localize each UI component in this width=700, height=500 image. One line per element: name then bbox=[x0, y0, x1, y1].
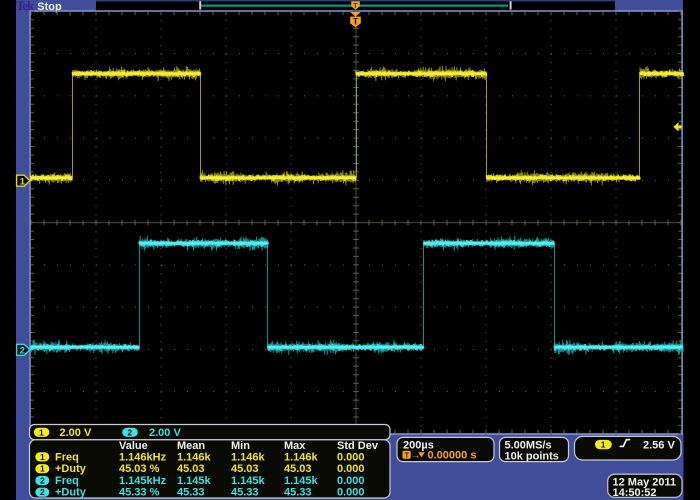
svg-text:0.000: 0.000 bbox=[337, 487, 365, 499]
svg-text:T: T bbox=[405, 453, 410, 460]
svg-text:45.03: 45.03 bbox=[284, 463, 312, 475]
svg-text:1.145k: 1.145k bbox=[284, 475, 319, 487]
svg-text:1: 1 bbox=[40, 452, 45, 462]
svg-text:Min: Min bbox=[231, 440, 250, 452]
svg-text:2.00 V: 2.00 V bbox=[149, 427, 181, 439]
svg-text:→: → bbox=[411, 450, 421, 461]
svg-text:45.03 %: 45.03 % bbox=[119, 463, 160, 475]
svg-text:0.000: 0.000 bbox=[337, 463, 365, 475]
svg-text:1.145k: 1.145k bbox=[231, 475, 266, 487]
svg-text:0.000: 0.000 bbox=[337, 475, 365, 487]
svg-text:1.146kHz: 1.146kHz bbox=[119, 451, 167, 463]
svg-text:2: 2 bbox=[127, 427, 132, 437]
svg-text:T: T bbox=[353, 3, 358, 10]
svg-text:Max: Max bbox=[284, 440, 306, 452]
svg-text:45.33: 45.33 bbox=[284, 487, 312, 499]
svg-text:Std Dev: Std Dev bbox=[337, 440, 379, 452]
svg-text:Freq: Freq bbox=[55, 475, 79, 487]
svg-text:T: T bbox=[353, 16, 359, 26]
svg-text:+Duty: +Duty bbox=[55, 463, 87, 475]
svg-text:2: 2 bbox=[20, 346, 25, 357]
svg-text:45.33: 45.33 bbox=[177, 487, 205, 499]
svg-text:1: 1 bbox=[601, 440, 606, 450]
svg-text:1.146k: 1.146k bbox=[231, 451, 266, 463]
svg-text:1.146k: 1.146k bbox=[284, 451, 319, 463]
svg-text:0.000: 0.000 bbox=[337, 451, 365, 463]
svg-text:2.56 V: 2.56 V bbox=[643, 440, 675, 452]
svg-text:Mean: Mean bbox=[177, 440, 205, 452]
svg-text:Freq: Freq bbox=[55, 451, 79, 463]
svg-text:+Duty: +Duty bbox=[55, 487, 87, 499]
svg-text:10k points: 10k points bbox=[505, 450, 559, 462]
svg-text:1.145kHz: 1.145kHz bbox=[119, 475, 167, 487]
svg-text:1.145k: 1.145k bbox=[177, 475, 212, 487]
svg-text:2: 2 bbox=[40, 487, 45, 497]
svg-text:14:50:52: 14:50:52 bbox=[613, 487, 657, 499]
svg-text:2.00 V: 2.00 V bbox=[60, 427, 92, 439]
svg-text:45.03: 45.03 bbox=[177, 463, 205, 475]
svg-text:0.00000 s: 0.00000 s bbox=[428, 450, 477, 462]
svg-text:1.146k: 1.146k bbox=[177, 451, 212, 463]
svg-text:1: 1 bbox=[39, 427, 44, 437]
svg-text:Value: Value bbox=[119, 440, 148, 452]
svg-text:45.33 %: 45.33 % bbox=[119, 487, 160, 499]
svg-text:1: 1 bbox=[20, 176, 26, 187]
svg-text:1: 1 bbox=[40, 464, 45, 474]
svg-text:45.33: 45.33 bbox=[231, 487, 259, 499]
svg-text:45.03: 45.03 bbox=[231, 463, 259, 475]
svg-text:2: 2 bbox=[40, 475, 45, 485]
